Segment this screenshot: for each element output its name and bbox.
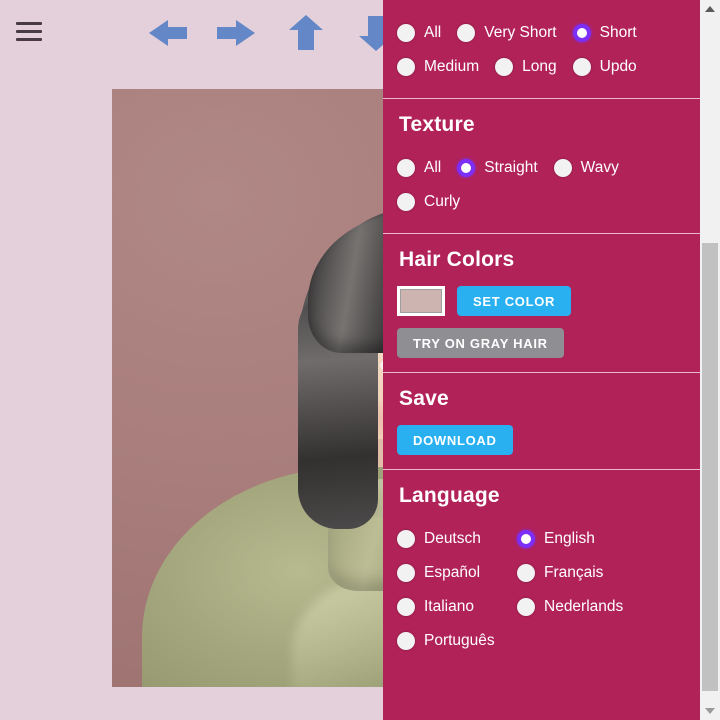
radio-dot bbox=[397, 564, 415, 582]
section-hair-colors: Hair Colors SET COLOR TRY ON GRAY HAIR bbox=[383, 234, 700, 373]
radio-texture-straight[interactable]: Straight bbox=[457, 151, 537, 185]
triangle-down-icon bbox=[705, 708, 715, 714]
radio-dot-selected bbox=[457, 159, 475, 177]
arrow-right-icon[interactable] bbox=[213, 12, 261, 54]
radio-label: Short bbox=[600, 24, 637, 42]
radio-language-nederlands[interactable]: Nederlands bbox=[517, 590, 623, 624]
texture-radio-group: All Straight Wavy Curly bbox=[397, 151, 686, 219]
section-title-language: Language bbox=[399, 484, 686, 508]
hamburger-bar bbox=[16, 38, 42, 41]
radio-label: All bbox=[424, 24, 441, 42]
hair-color-row: SET COLOR bbox=[397, 286, 686, 316]
section-language: Language Deutsch English Español Françai… bbox=[383, 470, 700, 672]
radio-label: Straight bbox=[484, 159, 537, 177]
radio-dot bbox=[397, 24, 415, 42]
section-length: All Very Short Short Medium Long bbox=[383, 0, 700, 99]
radio-dot bbox=[457, 24, 475, 42]
radio-dot bbox=[397, 530, 415, 548]
section-title-save: Save bbox=[399, 387, 686, 411]
set-color-button[interactable]: SET COLOR bbox=[457, 286, 571, 316]
try-on-gray-hair-button[interactable]: TRY ON GRAY HAIR bbox=[397, 328, 564, 358]
scrollbar-thumb[interactable] bbox=[702, 243, 718, 691]
length-radio-group: All Very Short Short Medium Long bbox=[397, 16, 686, 84]
radio-label: Italiano bbox=[424, 598, 474, 616]
download-button[interactable]: DOWNLOAD bbox=[397, 425, 513, 455]
radio-dot bbox=[495, 58, 513, 76]
radio-label: Português bbox=[424, 632, 495, 650]
arrow-up-icon[interactable] bbox=[283, 12, 331, 54]
radio-dot bbox=[397, 632, 415, 650]
radio-label: Deutsch bbox=[424, 530, 481, 548]
radio-dot bbox=[397, 193, 415, 211]
scroll-up-button[interactable] bbox=[700, 0, 720, 18]
section-title-hair-colors: Hair Colors bbox=[399, 248, 686, 272]
radio-length-medium[interactable]: Medium bbox=[397, 50, 479, 84]
radio-language-portugues[interactable]: Português bbox=[397, 624, 517, 658]
language-radio-group: Deutsch English Español Français Italian… bbox=[397, 522, 686, 658]
radio-dot bbox=[517, 564, 535, 582]
section-texture: Texture All Straight Wavy Curly bbox=[383, 99, 700, 234]
settings-panel: All Very Short Short Medium Long bbox=[383, 0, 700, 720]
radio-label: Nederlands bbox=[544, 598, 623, 616]
radio-dot bbox=[397, 598, 415, 616]
scroll-down-button[interactable] bbox=[700, 702, 720, 720]
radio-label: Français bbox=[544, 564, 603, 582]
vertical-scrollbar[interactable] bbox=[700, 0, 720, 720]
triangle-up-icon bbox=[705, 6, 715, 12]
hair-color-swatch[interactable] bbox=[397, 286, 445, 316]
radio-dot bbox=[397, 58, 415, 76]
radio-length-all[interactable]: All bbox=[397, 16, 441, 50]
radio-length-long[interactable]: Long bbox=[495, 50, 556, 84]
hamburger-bar bbox=[16, 30, 42, 33]
radio-texture-curly[interactable]: Curly bbox=[397, 185, 460, 219]
radio-language-espanol[interactable]: Español bbox=[397, 556, 517, 590]
radio-length-short[interactable]: Short bbox=[573, 16, 637, 50]
radio-label: Medium bbox=[424, 58, 479, 76]
arrow-left-icon[interactable] bbox=[143, 12, 191, 54]
radio-dot-selected bbox=[517, 530, 535, 548]
radio-language-english[interactable]: English bbox=[517, 522, 595, 556]
radio-dot bbox=[554, 159, 572, 177]
radio-length-very-short[interactable]: Very Short bbox=[457, 16, 556, 50]
radio-label: Curly bbox=[424, 193, 460, 211]
section-title-texture: Texture bbox=[399, 113, 686, 137]
hamburger-menu-icon[interactable] bbox=[16, 18, 42, 44]
radio-label: Español bbox=[424, 564, 480, 582]
hamburger-bar bbox=[16, 22, 42, 25]
radio-label: Updo bbox=[600, 58, 637, 76]
radio-label: All bbox=[424, 159, 441, 177]
app-root: All Very Short Short Medium Long bbox=[0, 0, 720, 720]
radio-dot bbox=[517, 598, 535, 616]
radio-label: Long bbox=[522, 58, 556, 76]
radio-dot bbox=[397, 159, 415, 177]
radio-label: English bbox=[544, 530, 595, 548]
try-gray-row: TRY ON GRAY HAIR bbox=[397, 328, 686, 358]
radio-label: Wavy bbox=[581, 159, 619, 177]
radio-language-deutsch[interactable]: Deutsch bbox=[397, 522, 517, 556]
radio-texture-all[interactable]: All bbox=[397, 151, 441, 185]
radio-dot-selected bbox=[573, 24, 591, 42]
radio-dot bbox=[573, 58, 591, 76]
radio-language-francais[interactable]: Français bbox=[517, 556, 603, 590]
section-save: Save DOWNLOAD bbox=[383, 373, 700, 470]
radio-texture-wavy[interactable]: Wavy bbox=[554, 151, 619, 185]
radio-language-italiano[interactable]: Italiano bbox=[397, 590, 517, 624]
radio-length-updo[interactable]: Updo bbox=[573, 50, 637, 84]
radio-label: Very Short bbox=[484, 24, 556, 42]
